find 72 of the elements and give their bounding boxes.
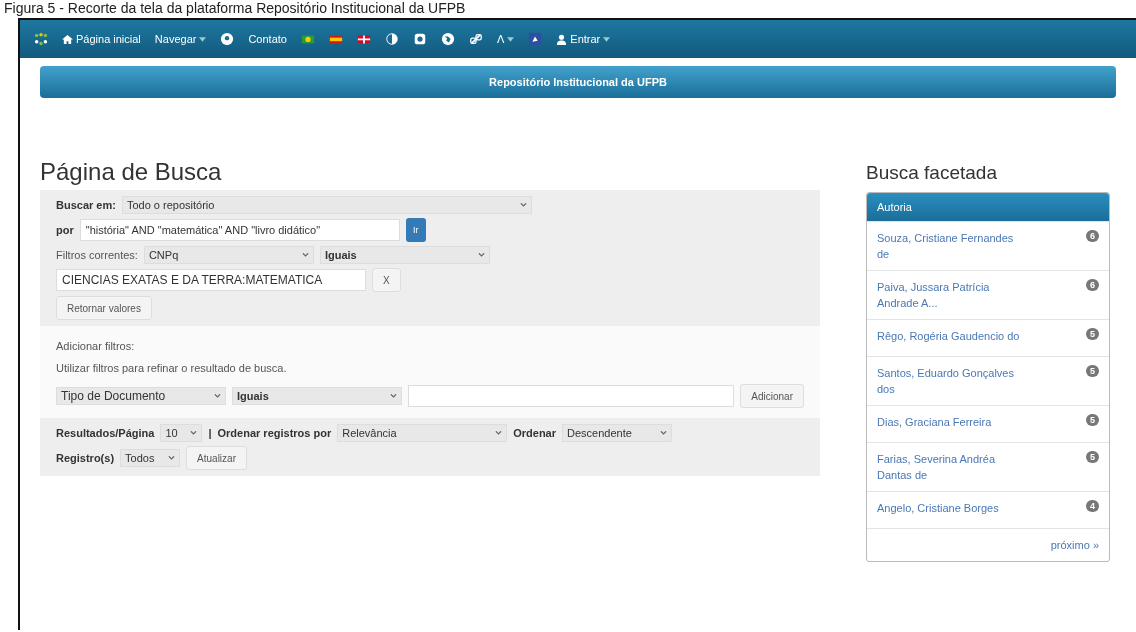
field-label: Registro(s) bbox=[56, 452, 115, 464]
caret-icon bbox=[390, 393, 397, 399]
count-badge: 6 bbox=[1086, 279, 1099, 291]
caret-icon bbox=[507, 36, 515, 42]
add-button[interactable]: Adicionar bbox=[740, 384, 804, 408]
count-badge: 5 bbox=[1086, 451, 1099, 463]
banner-title: Repositório Institucional da UFPB bbox=[489, 76, 667, 88]
caret-icon bbox=[168, 455, 176, 461]
globe-icon[interactable] bbox=[440, 32, 455, 46]
update-button[interactable]: Atualizar bbox=[186, 446, 247, 470]
sort-select[interactable]: Relevância bbox=[337, 424, 508, 442]
order-select[interactable]: Descendente bbox=[562, 424, 672, 442]
field-label: Resultados/Página bbox=[56, 427, 155, 439]
author-link[interactable]: Paiva, Jussara Patrícia Andrade A... bbox=[877, 279, 1027, 311]
sidebar-title: Busca facetada bbox=[866, 162, 998, 184]
author-link[interactable]: Dias, Graciana Ferreira bbox=[877, 414, 1027, 430]
logo-icon[interactable] bbox=[34, 32, 48, 46]
author-link[interactable]: Souza, Cristiane Fernandes de bbox=[877, 230, 1027, 262]
nav-link[interactable]: Contato bbox=[248, 33, 287, 45]
caret-icon bbox=[214, 393, 221, 399]
field-label: por bbox=[56, 224, 74, 236]
nav-dropdown[interactable]: Λ bbox=[496, 33, 515, 45]
records-select[interactable]: Todos bbox=[120, 449, 181, 467]
author-link[interactable]: Farias, Severina Andréa Dantas de bbox=[877, 451, 1027, 483]
caret-icon bbox=[301, 252, 309, 258]
field-label: Filtros correntes: bbox=[56, 249, 138, 261]
caret-icon bbox=[495, 430, 503, 436]
remove-filter-button[interactable]: X bbox=[372, 268, 401, 292]
home-icon bbox=[62, 33, 73, 45]
filter-field-select[interactable]: CNPq bbox=[143, 246, 314, 264]
per-page-select[interactable]: 10 bbox=[160, 424, 203, 442]
count-badge: 6 bbox=[1086, 230, 1099, 242]
caret-icon bbox=[190, 430, 198, 436]
count-badge: 5 bbox=[1086, 328, 1099, 340]
query-field[interactable]: "história" AND "matemática" AND "livro didático" bbox=[79, 219, 400, 241]
figure-caption: Figura 5 - Recorte da tela da plataforma Repositório Institucional da UFPB bbox=[3, 0, 467, 18]
filter-operator-select[interactable]: Iguais bbox=[232, 387, 402, 405]
caret-icon bbox=[603, 36, 611, 42]
page-title: Página de Busca bbox=[40, 158, 223, 186]
hint-text: Utilizar filtros para refinar o resultado de busca. bbox=[56, 362, 288, 374]
scope-select[interactable]: Todo o repositório bbox=[121, 196, 532, 214]
nav-link[interactable]: Página inicial bbox=[62, 33, 141, 45]
caret-icon bbox=[660, 430, 667, 436]
caret-icon bbox=[199, 36, 207, 42]
separator: | bbox=[208, 427, 212, 439]
contrast-icon[interactable] bbox=[384, 32, 399, 46]
help-icon[interactable] bbox=[220, 32, 235, 46]
field-label: Buscar em: bbox=[56, 199, 116, 211]
nav-dropdown[interactable]: Navegar bbox=[154, 33, 207, 45]
caret-icon bbox=[477, 252, 485, 258]
author-link[interactable]: Santos, Eduardo Gonçalves dos bbox=[877, 365, 1027, 397]
count-badge: 4 bbox=[1086, 500, 1099, 512]
author-link[interactable]: Rêgo, Rogéria Gaudencio do bbox=[877, 328, 1027, 344]
square-icon[interactable] bbox=[412, 32, 427, 46]
filter-value-field[interactable]: CIENCIAS EXATAS E DA TERRA:MATEMATICA bbox=[56, 269, 366, 291]
section-title: Adicionar filtros: bbox=[56, 340, 136, 352]
field-label: Ordenar registros por bbox=[217, 427, 332, 439]
next-link[interactable]: próximo » bbox=[1050, 539, 1099, 551]
user-icon bbox=[556, 33, 568, 45]
count-badge: 5 bbox=[1086, 414, 1099, 426]
field-label: Ordenar bbox=[513, 427, 556, 439]
count-badge: 5 bbox=[1086, 365, 1099, 377]
go-button[interactable]: Ir bbox=[405, 218, 426, 242]
reset-button[interactable]: Retornar valores bbox=[56, 296, 152, 320]
link-icon[interactable] bbox=[468, 32, 483, 46]
filter-type-select[interactable]: Tipo de Documento bbox=[56, 387, 226, 405]
caret-icon bbox=[519, 202, 527, 208]
author-link[interactable]: Angelo, Cristiane Borges bbox=[877, 500, 1027, 516]
facet-title: Autoria bbox=[877, 201, 912, 213]
filter-operator-select[interactable]: Iguais bbox=[319, 246, 490, 264]
nav-dropdown[interactable]: Entrar bbox=[556, 33, 611, 45]
filter-value-field[interactable] bbox=[408, 385, 735, 407]
